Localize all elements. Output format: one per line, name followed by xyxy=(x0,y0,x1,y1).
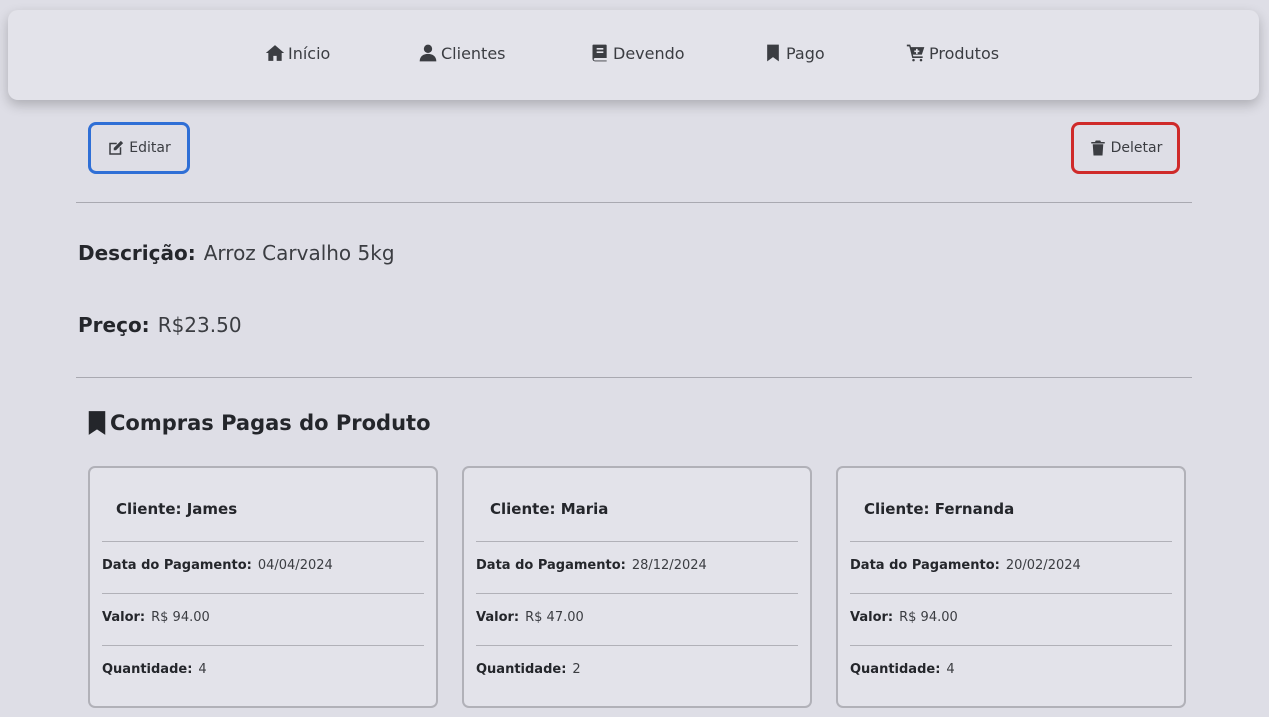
card-date-label: Data do Pagamento: xyxy=(850,558,1000,573)
card-divider xyxy=(102,593,424,594)
price-value: R$23.50 xyxy=(157,313,242,337)
user-icon xyxy=(419,44,437,62)
card-client: Cliente: Fernanda xyxy=(864,500,1015,518)
card-date-value: 20/02/2024 xyxy=(1005,558,1081,573)
card-value-row: Valor: R$ 47.00 xyxy=(476,610,584,625)
cart-plus-icon xyxy=(906,44,925,62)
card-date-label: Data do Pagamento: xyxy=(102,558,252,573)
section-title-text: Compras Pagas do Produto xyxy=(110,411,431,435)
delete-button[interactable]: Deletar xyxy=(1071,122,1180,174)
card-value-value: R$ 94.00 xyxy=(151,610,210,625)
card-value-row: Valor: R$ 94.00 xyxy=(850,610,958,625)
nav-item-label: Devendo xyxy=(613,43,685,63)
card-divider xyxy=(850,593,1172,594)
card-divider xyxy=(476,593,798,594)
purchase-card: Cliente: Maria Data do Pagamento: 28/12/2… xyxy=(462,466,812,708)
card-value-value: R$ 94.00 xyxy=(899,610,958,625)
card-client: Cliente: Maria xyxy=(490,500,609,518)
card-qty-value: 4 xyxy=(198,662,207,677)
book-icon xyxy=(592,44,607,62)
card-divider xyxy=(476,541,798,542)
bookmark-icon xyxy=(88,411,106,435)
home-icon xyxy=(265,45,285,61)
card-divider xyxy=(850,541,1172,542)
card-date-row: Data do Pagamento: 04/04/2024 xyxy=(102,558,333,573)
description-field: Descrição: Arroz Carvalho 5kg xyxy=(78,241,395,265)
nav-item-devendo[interactable]: Devendo xyxy=(590,43,685,63)
nav-item-clientes[interactable]: Clientes xyxy=(418,43,506,63)
price-label: Preço: xyxy=(78,313,150,337)
card-value-label: Valor: xyxy=(476,610,520,625)
delete-button-label: Deletar xyxy=(1110,140,1163,156)
bookmark-icon xyxy=(767,44,779,62)
card-divider xyxy=(102,541,424,542)
price-field: Preço: R$23.50 xyxy=(78,313,242,337)
divider xyxy=(76,202,1192,203)
card-client: Cliente: James xyxy=(116,500,238,518)
card-date-value: 04/04/2024 xyxy=(257,558,333,573)
nav-item-label: Pago xyxy=(786,43,825,63)
card-qty-row: Quantidade: 4 xyxy=(850,662,955,677)
card-value-label: Valor: xyxy=(850,610,894,625)
card-qty-row: Quantidade: 4 xyxy=(102,662,207,677)
card-date-label: Data do Pagamento: xyxy=(476,558,626,573)
card-qty-row: Quantidade: 2 xyxy=(476,662,581,677)
divider xyxy=(76,377,1192,378)
card-date-value: 28/12/2024 xyxy=(631,558,707,573)
card-qty-label: Quantidade: xyxy=(476,662,567,677)
card-divider xyxy=(850,645,1172,646)
nav-item-inicio[interactable]: Início xyxy=(265,43,330,63)
trash-icon xyxy=(1090,140,1105,156)
card-value-label: Valor: xyxy=(102,610,146,625)
top-navbar: Início Clientes Devendo Pago Produtos xyxy=(8,10,1259,100)
nav-item-label: Clientes xyxy=(441,43,506,63)
card-qty-label: Quantidade: xyxy=(102,662,193,677)
card-value-value: R$ 47.00 xyxy=(525,610,584,625)
card-qty-value: 4 xyxy=(946,662,955,677)
edit-button-label: Editar xyxy=(129,140,171,156)
description-label: Descrição: xyxy=(78,241,196,265)
nav-item-label: Produtos xyxy=(929,43,1000,63)
nav-item-pago[interactable]: Pago xyxy=(763,43,825,63)
card-qty-label: Quantidade: xyxy=(850,662,941,677)
purchase-card: Cliente: James Data do Pagamento: 04/04/2… xyxy=(88,466,438,708)
description-value: Arroz Carvalho 5kg xyxy=(203,241,395,265)
section-title: Compras Pagas do Produto xyxy=(86,410,431,436)
edit-button[interactable]: Editar xyxy=(88,122,190,174)
nav-item-produtos[interactable]: Produtos xyxy=(906,43,999,63)
purchase-card: Cliente: Fernanda Data do Pagamento: 20/0… xyxy=(836,466,1186,708)
card-divider xyxy=(476,645,798,646)
nav-item-label: Início xyxy=(288,43,331,63)
card-value-row: Valor: R$ 94.00 xyxy=(102,610,210,625)
edit-icon xyxy=(109,140,124,155)
card-date-row: Data do Pagamento: 28/12/2024 xyxy=(476,558,707,573)
card-date-row: Data do Pagamento: 20/02/2024 xyxy=(850,558,1081,573)
card-qty-value: 2 xyxy=(572,662,581,677)
card-divider xyxy=(102,645,424,646)
